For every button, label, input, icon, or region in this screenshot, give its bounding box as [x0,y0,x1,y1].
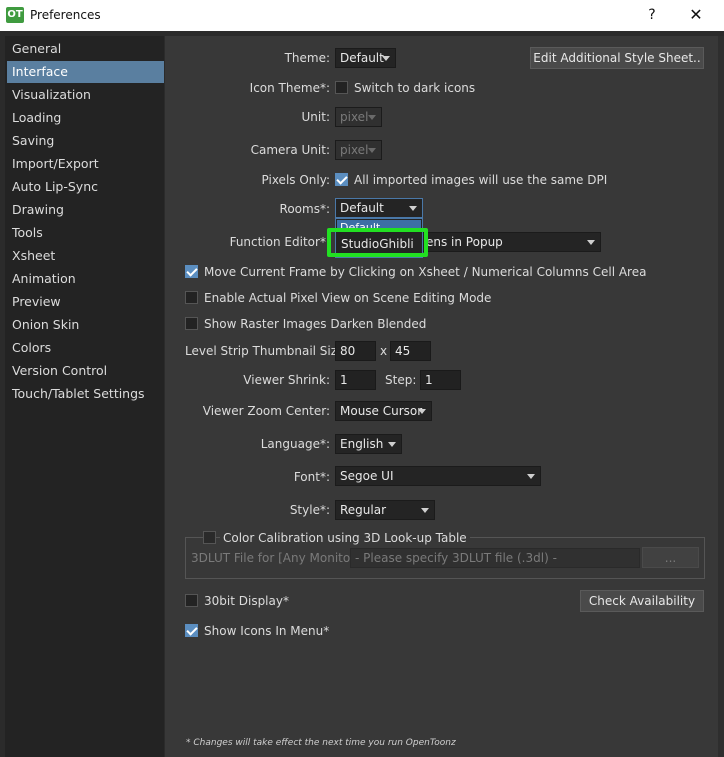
camera-unit-combo[interactable]: pixel [335,140,382,160]
viewer-shrink-input[interactable]: 1 [335,370,376,390]
raster-darken-checkbox[interactable] [185,317,198,330]
sidebar-item-animation[interactable]: Animation [7,268,164,290]
category-sidebar: General Interface Visualization Loading … [5,36,164,757]
dark-icons-checkbox[interactable] [335,81,348,94]
style-label: Style*: [289,503,330,517]
pixels-only-text: All imported images will use the same DP… [354,173,608,187]
thumbnail-height-input[interactable]: 45 [390,341,431,361]
raster-darken-label: Show Raster Images Darken Blended [204,317,427,331]
lut-browse-button[interactable]: ... [642,547,699,568]
viewer-zoom-center-label: Viewer Zoom Center: [202,404,330,418]
chevron-down-icon [368,148,376,153]
sidebar-item-visualization[interactable]: Visualization [7,84,164,106]
sidebar-item-touch-tablet[interactable]: Touch/Tablet Settings [7,383,164,405]
chevron-down-icon [418,409,426,414]
chevron-down-icon [388,442,396,447]
language-value: English [340,437,384,451]
sidebar-item-interface[interactable]: Interface [7,61,164,83]
step-input[interactable]: 1 [420,370,461,390]
pixels-only-checkbox[interactable] [335,173,348,186]
icon-theme-label: Icon Theme*: [249,81,330,95]
language-label: Language*: [260,437,330,451]
sidebar-item-xsheet[interactable]: Xsheet [7,245,164,267]
language-combo[interactable]: English [335,434,402,454]
viewer-zoom-center-value: Mouse Cursor [340,404,423,418]
sidebar-item-loading[interactable]: Loading [7,107,164,129]
sidebar-item-colors[interactable]: Colors [7,337,164,359]
restart-footnote: * Changes will take effect the next time… [186,738,456,748]
camera-unit-label: Camera Unit: [250,143,330,157]
theme-label: Theme: [284,51,330,65]
thumbnail-width-input[interactable]: 80 [335,341,376,361]
help-button[interactable]: ? [640,5,664,25]
sidebar-item-import-export[interactable]: Import/Export [7,153,164,175]
sidebar-item-version-control[interactable]: Version Control [7,360,164,382]
app-logo-icon: OT [6,7,24,23]
lut-file-input[interactable]: - Please specify 3DLUT file (.3dl) - [350,548,640,568]
theme-combo[interactable]: Default [335,48,396,68]
chevron-down-icon [409,206,417,211]
highlight-box [327,228,428,257]
function-editor-value: ens in Popup [426,235,503,249]
level-strip-label: Level Strip Thumbnail Size*: [185,344,355,358]
thumbnail-x-label: x [380,344,388,358]
check-availability-button[interactable]: Check Availability [580,590,704,612]
camera-unit-value: pixel [340,143,369,157]
font-combo[interactable]: Segoe UI [335,466,541,486]
dark-icons-label: Switch to dark icons [354,81,476,95]
unit-combo[interactable]: pixel [335,107,382,127]
rooms-label: Rooms*: [279,202,330,216]
panel-edge [718,36,724,757]
color-calibration-checkbox[interactable] [203,531,216,544]
style-value: Regular [340,503,387,517]
sidebar-item-saving[interactable]: Saving [7,130,164,152]
sidebar-item-drawing[interactable]: Drawing [7,199,164,221]
font-value: Segoe UI [340,469,394,483]
sidebar-item-onion-skin[interactable]: Onion Skin [7,314,164,336]
move-current-frame-checkbox[interactable] [185,265,198,278]
viewer-zoom-center-combo[interactable]: Mouse Cursor [335,401,432,421]
step-label: Step: [385,373,417,387]
sidebar-item-auto-lip-sync[interactable]: Auto Lip-Sync [7,176,164,198]
chevron-down-icon [368,115,376,120]
title-bar: OT Preferences ? ✕ [0,0,724,31]
sidebar-item-preview[interactable]: Preview [7,291,164,313]
chevron-down-icon [587,240,595,245]
sidebar-item-general[interactable]: General [7,38,164,60]
show-icons-menu-checkbox[interactable] [185,624,198,637]
sidebar-item-tools[interactable]: Tools [7,222,164,244]
chevron-down-icon [382,56,390,61]
style-combo[interactable]: Regular [335,500,435,520]
actual-pixel-view-label: Enable Actual Pixel View on Scene Editin… [204,291,492,305]
viewer-shrink-label: Viewer Shrink: [243,373,330,387]
theme-value: Default [340,51,384,65]
edit-style-sheet-button[interactable]: Edit Additional Style Sheet.. [530,47,704,69]
move-current-frame-label: Move Current Frame by Clicking on Xsheet… [204,265,647,279]
actual-pixel-view-checkbox[interactable] [185,291,198,304]
font-label: Font*: [293,470,330,484]
thirty-bit-checkbox[interactable] [185,594,198,607]
lut-file-label: 3DLUT File for [Any Monitor]: [191,551,364,565]
show-icons-menu-label: Show Icons In Menu* [204,624,330,638]
rooms-combo[interactable]: Default [335,198,423,218]
color-calibration-label: Color Calibration using 3D Look-up Table [220,531,470,545]
rooms-value: Default [340,201,384,215]
unit-label: Unit: [301,110,330,124]
chevron-down-icon [527,474,535,479]
chevron-down-icon [421,508,429,513]
thirty-bit-label: 30bit Display* [204,594,289,608]
window-title: Preferences [30,8,101,22]
close-icon[interactable]: ✕ [684,5,708,25]
function-editor-label: Function Editor*: [229,235,330,249]
pixels-only-label: Pixels Only: [261,173,330,187]
unit-value: pixel [340,110,369,124]
